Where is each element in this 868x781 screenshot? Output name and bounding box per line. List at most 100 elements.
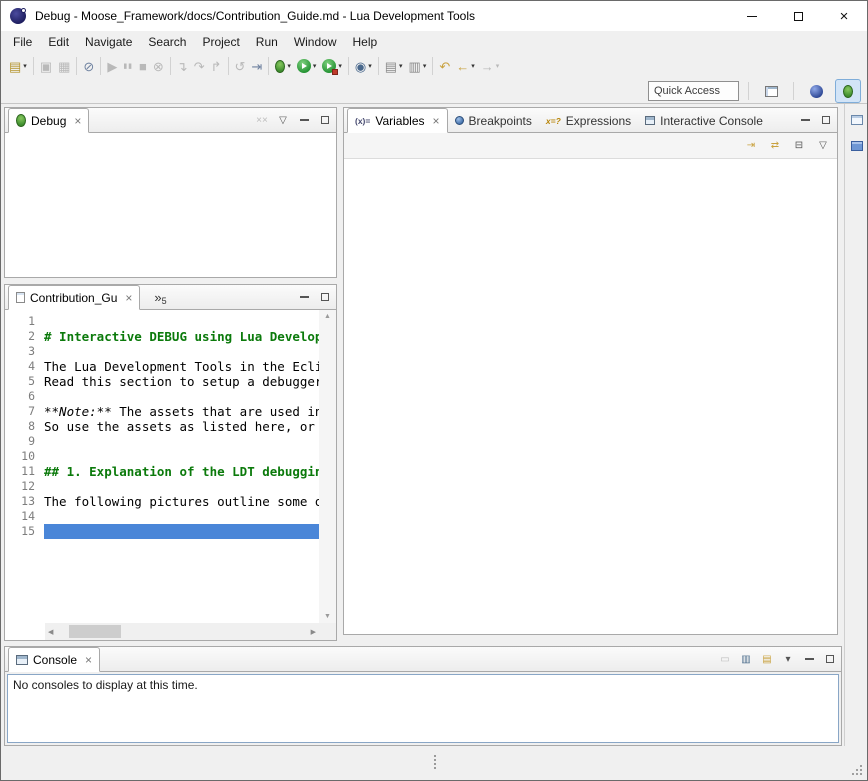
tab-breakpoints[interactable]: Breakpoints xyxy=(448,109,539,132)
menu-file[interactable]: File xyxy=(5,31,40,53)
minimize-icon xyxy=(747,16,757,17)
variables-stack-controls xyxy=(797,108,834,132)
console-tabstrip: Console × ▭ ▥ ▤ ▾ xyxy=(5,647,841,672)
editor-vertical-scrollbar[interactable]: ▲ ▼ xyxy=(319,310,336,623)
quick-access-input[interactable]: Quick Access xyxy=(648,81,739,101)
minimize-view-button[interactable] xyxy=(296,111,312,129)
menu-run[interactable]: Run xyxy=(248,31,286,53)
code-editor[interactable]: 1 2# Interactive DEBUG using Lua Develop… xyxy=(5,310,319,623)
dropdown-arrow-icon[interactable]: ▾ xyxy=(313,62,317,70)
code-line: 10 xyxy=(5,449,319,464)
display-selected-console-button[interactable]: ▥ xyxy=(738,650,754,668)
dropdown-arrow-icon[interactable]: ▾ xyxy=(471,62,475,70)
open-console-button[interactable]: ▤ xyxy=(759,650,775,668)
scroll-down-icon[interactable]: ▼ xyxy=(319,613,336,620)
maximize-icon xyxy=(321,293,329,301)
close-tab-icon[interactable]: × xyxy=(74,115,81,127)
code-text: Read this section to setup a debugger xyxy=(44,374,319,389)
tab-variables[interactable]: (x)= Variables × xyxy=(347,108,448,133)
open-wizard-button[interactable]: ▤▾ xyxy=(382,55,406,77)
show-logical-structures-button[interactable]: ⇥ xyxy=(743,137,759,155)
close-tab-icon[interactable]: × xyxy=(85,654,92,666)
menu-project[interactable]: Project xyxy=(194,31,247,53)
menu-window[interactable]: Window xyxy=(286,31,345,53)
search-button[interactable]: ◉▾ xyxy=(352,55,375,77)
dropdown-arrow-icon[interactable]: ▾ xyxy=(399,62,403,70)
tab-expressions[interactable]: x=? Expressions xyxy=(539,109,638,132)
view-menu-button[interactable]: ▽ xyxy=(815,137,831,155)
debug-button[interactable]: ▾ xyxy=(272,55,294,77)
dropdown-arrow-icon: ▾ xyxy=(496,62,500,70)
tab-debug[interactable]: Debug × xyxy=(8,108,89,133)
scroll-left-icon[interactable]: ◀ xyxy=(48,628,53,636)
dropdown-arrow-icon[interactable]: ▾ xyxy=(423,62,427,70)
resize-grip[interactable] xyxy=(860,773,862,775)
tab-interactive-console[interactable]: Interactive Console xyxy=(638,109,770,132)
view-menu-button[interactable]: ▽ xyxy=(275,111,291,129)
trim-drag-handle[interactable] xyxy=(434,755,436,757)
close-tab-icon[interactable]: × xyxy=(125,292,132,304)
status-bar xyxy=(1,746,867,780)
step-over-button: ↷ xyxy=(191,55,208,77)
console-icon xyxy=(16,655,28,665)
menu-edit[interactable]: Edit xyxy=(40,31,77,53)
restore-view-button[interactable] xyxy=(848,112,866,128)
code-text xyxy=(44,389,319,404)
debug-perspective-button[interactable] xyxy=(835,79,861,103)
close-tab-icon[interactable]: × xyxy=(433,115,440,127)
variables-content xyxy=(344,159,837,634)
open-console-dropdown-icon[interactable]: ▾ xyxy=(780,650,796,668)
line-number: 7 xyxy=(5,404,44,419)
editor-horizontal-scrollbar[interactable]: ◀ ▶ xyxy=(45,623,319,640)
use-step-filters-button[interactable]: ⇥ xyxy=(248,55,265,77)
back-button[interactable]: ←▾ xyxy=(453,55,478,77)
maximize-view-button[interactable] xyxy=(822,650,838,668)
maximize-view-button[interactable] xyxy=(818,111,834,129)
tab-contribution-guide[interactable]: Contribution_Gu × xyxy=(8,285,140,310)
tab-overflow-button[interactable]: » 5 xyxy=(154,285,166,309)
show-columns-button[interactable]: ⇄ xyxy=(767,137,783,155)
toolbar-separator xyxy=(432,57,433,75)
new-wizard-button[interactable]: ▤▾ xyxy=(6,55,30,77)
menu-help[interactable]: Help xyxy=(345,31,386,53)
toolbar-separator xyxy=(228,57,229,75)
last-edit-location-button[interactable]: ↶ xyxy=(436,55,453,77)
code-line: 14 xyxy=(5,509,319,524)
dropdown-arrow-icon[interactable]: ▾ xyxy=(338,62,342,70)
run-button[interactable]: ▾ xyxy=(294,55,320,77)
dropdown-arrow-icon[interactable]: ▾ xyxy=(287,62,291,70)
menu-search[interactable]: Search xyxy=(140,31,194,53)
scrollbar-track[interactable] xyxy=(59,625,305,638)
minimize-view-button[interactable] xyxy=(801,650,817,668)
minimize-view-button[interactable] xyxy=(797,111,813,129)
scroll-up-icon[interactable]: ▲ xyxy=(319,313,336,320)
console-message-area: No consoles to display at this time. xyxy=(7,674,839,743)
collapse-all-button[interactable]: ⊟ xyxy=(791,137,807,155)
debug-tabstrip: Debug × ×× ▽ xyxy=(5,108,336,133)
minimized-view-button[interactable] xyxy=(848,138,866,154)
minimize-icon xyxy=(801,119,810,121)
dropdown-arrow-icon[interactable]: ▾ xyxy=(368,62,372,70)
maximize-view-button[interactable] xyxy=(317,111,333,129)
minimize-view-button[interactable] xyxy=(296,288,312,306)
dropdown-arrow-icon[interactable]: ▾ xyxy=(23,62,27,70)
scrollbar-thumb[interactable] xyxy=(69,625,121,638)
tab-console[interactable]: Console × xyxy=(8,647,100,672)
debug-perspective-icon xyxy=(843,85,853,98)
open-perspective-button[interactable] xyxy=(758,79,784,103)
minimize-icon xyxy=(300,119,309,121)
code-line: 12 xyxy=(5,479,319,494)
scroll-right-icon[interactable]: ▶ xyxy=(311,628,316,636)
minimize-button[interactable] xyxy=(729,1,775,31)
maximize-view-button[interactable] xyxy=(317,288,333,306)
menu-navigate[interactable]: Navigate xyxy=(77,31,140,53)
external-tools-button[interactable]: ▾ xyxy=(319,55,345,77)
skip-all-breakpoints-button[interactable]: ⊘ xyxy=(80,55,97,77)
save-icon: ▣ xyxy=(40,60,52,73)
lua-perspective-button[interactable] xyxy=(803,79,829,103)
scrollbar-corner xyxy=(319,623,336,640)
maximize-button[interactable] xyxy=(775,1,821,31)
close-button[interactable]: × xyxy=(821,1,867,31)
trim-strip xyxy=(844,104,868,746)
open-view-button[interactable]: ▥▾ xyxy=(406,55,430,77)
